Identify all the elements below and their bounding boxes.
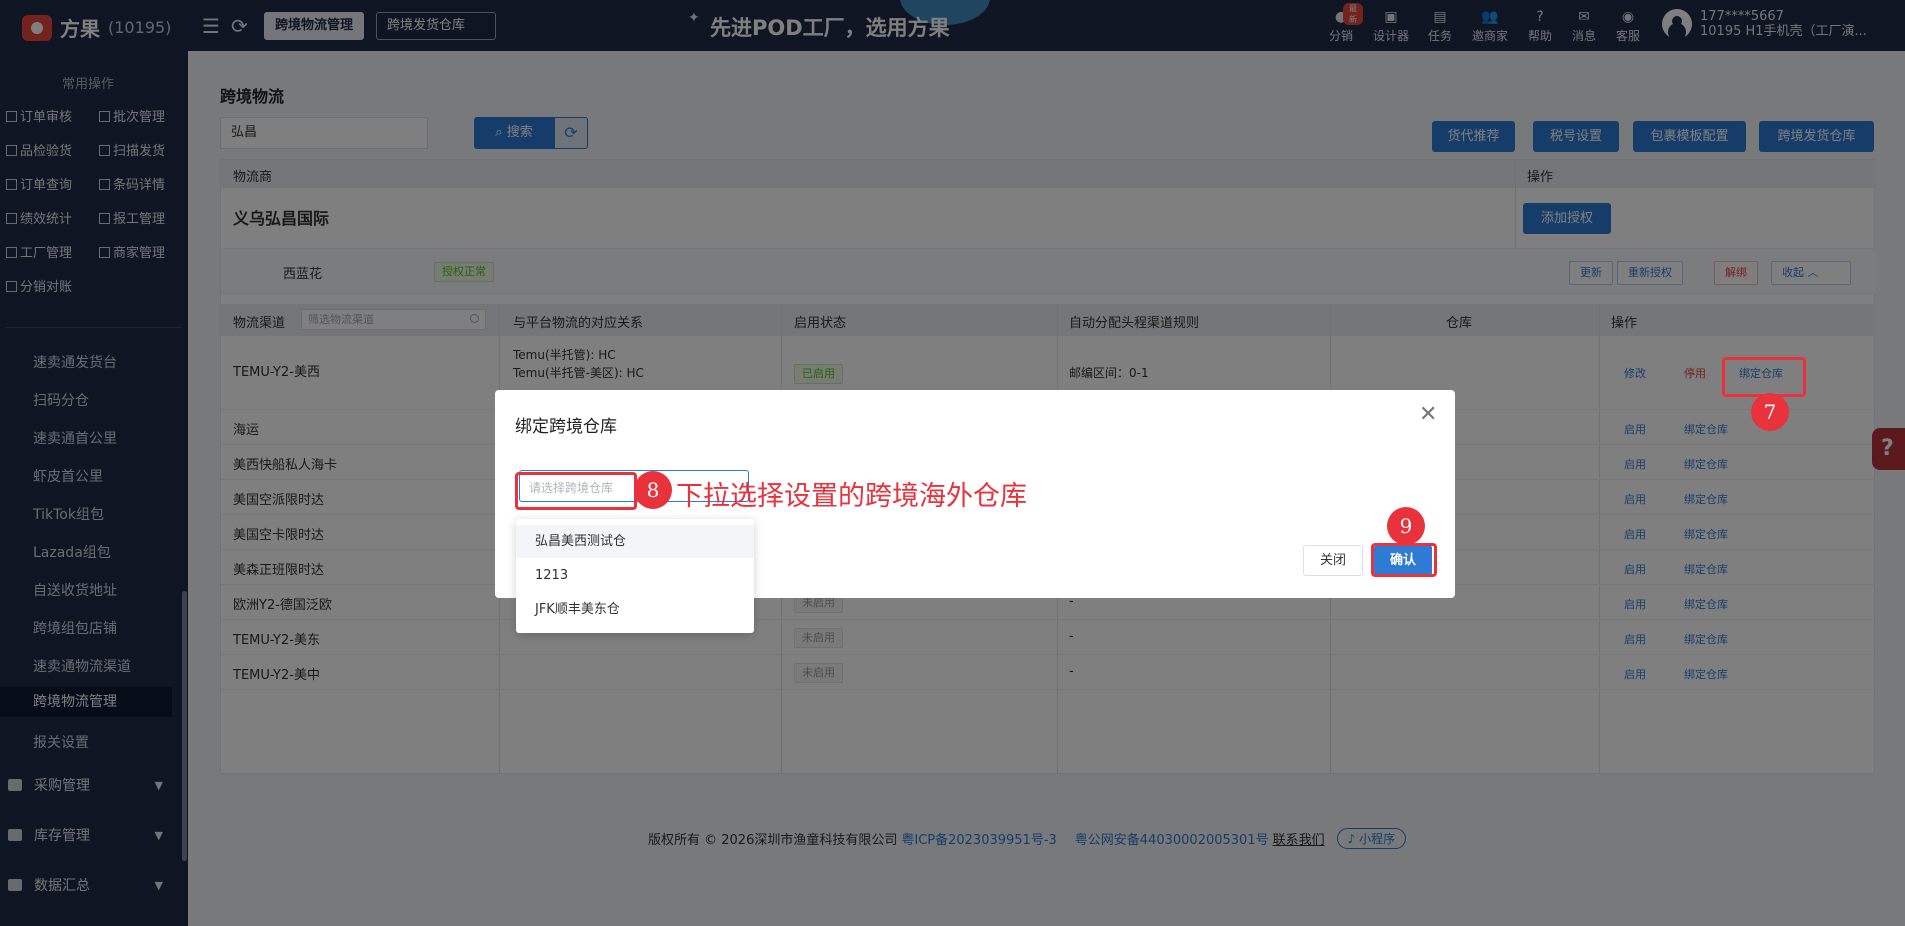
- step-badge-9: 9: [1387, 507, 1425, 545]
- close-button[interactable]: 关闭: [1303, 545, 1363, 576]
- close-icon[interactable]: ✕: [1419, 402, 1437, 427]
- highlight-select: [515, 472, 637, 510]
- step-badge-7: 7: [1751, 393, 1789, 431]
- dropdown-option[interactable]: JFK顺丰美东仓: [516, 593, 754, 626]
- warehouse-dropdown: 弘昌美西测试仓 1213 JFK顺丰美东仓: [516, 519, 754, 633]
- annotation-text: 下拉选择设置的跨境海外仓库: [676, 481, 1027, 512]
- highlight-confirm: [1371, 543, 1437, 577]
- step-badge-8: 8: [634, 471, 672, 509]
- highlight-bind-warehouse: [1722, 357, 1806, 397]
- dropdown-option[interactable]: 1213: [516, 559, 754, 592]
- dialog-title: 绑定跨境仓库: [515, 417, 617, 437]
- dropdown-option[interactable]: 弘昌美西测试仓: [516, 525, 754, 558]
